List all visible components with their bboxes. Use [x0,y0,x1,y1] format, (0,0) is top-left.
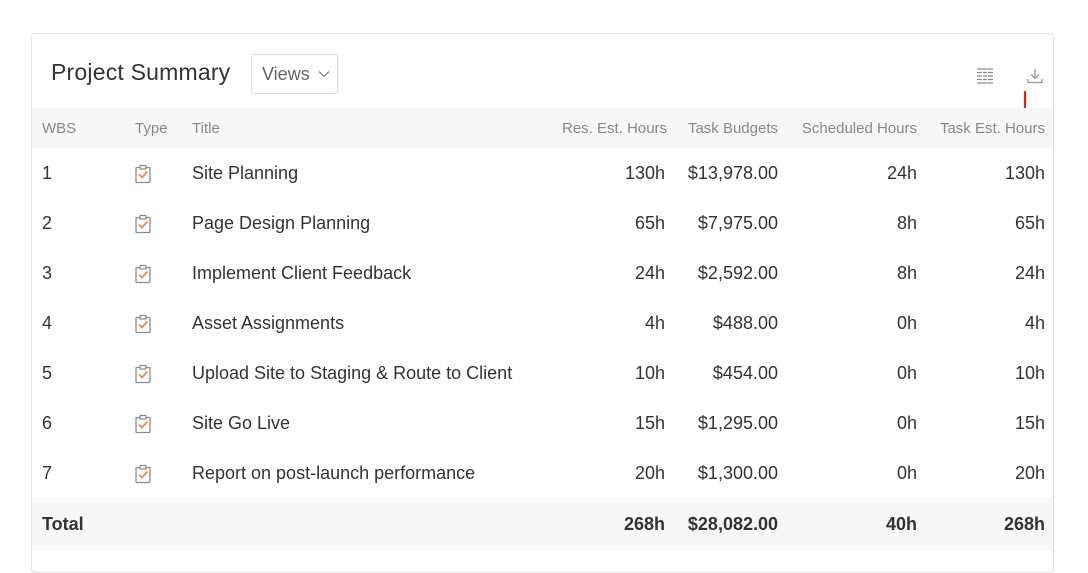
table-row[interactable]: 3 Implement Client Feedback 24h $2,592.0… [32,248,1053,298]
cell-type [124,148,192,198]
cell-type [124,398,192,448]
task-clipboard-icon [135,464,151,483]
task-clipboard-icon [135,414,151,433]
cell-wbs: 4 [42,312,53,333]
table-row[interactable]: 4 Asset Assignments 4h $488.00 0h 4h [32,298,1053,348]
cell-type [124,198,192,248]
cell-wbs: 3 [42,262,53,283]
page-title: Project Summary [51,59,231,85]
cell-wbs: 1 [42,162,53,183]
total-task-est-hours: 268h [1003,513,1045,534]
cell-task-est-hours: 130h [1004,162,1045,183]
chevron-down-icon [318,71,330,78]
cell-task-budgets: $7,975.00 [697,212,778,233]
cell-scheduled-hours: 0h [896,312,917,333]
cell-task-est-hours: 15h [1014,412,1045,433]
cell-scheduled-hours: 8h [896,212,917,233]
cell-title[interactable]: Asset Assignments [192,298,562,348]
cell-task-est-hours: 65h [1014,212,1045,233]
column-header-title[interactable]: Title [192,108,562,148]
download-icon[interactable] [1025,66,1045,86]
cell-type [124,448,192,498]
views-dropdown[interactable]: Views [251,54,338,94]
cell-task-budgets: $1,295.00 [697,412,778,433]
total-res-est-hours: 268h [623,513,665,534]
cell-title[interactable]: Implement Client Feedback [192,248,562,298]
cell-type [124,348,192,398]
cell-wbs: 6 [42,412,53,433]
cell-type [124,248,192,298]
cell-wbs: 5 [42,362,53,383]
cell-res-est-hours: 130h [624,162,665,183]
task-clipboard-icon [135,214,151,233]
cell-task-budgets: $13,978.00 [687,162,778,183]
cell-task-est-hours: 20h [1014,462,1045,483]
table-row[interactable]: 5 Upload Site to Staging & Route to Clie… [32,348,1053,398]
cell-scheduled-hours: 0h [896,412,917,433]
cell-title[interactable]: Upload Site to Staging & Route to Client [192,348,562,398]
cell-scheduled-hours: 8h [896,262,917,283]
task-clipboard-icon [135,164,151,183]
task-clipboard-icon [135,264,151,283]
columns-icon[interactable] [975,66,995,86]
total-task-budgets: $28,082.00 [687,513,778,534]
cell-wbs: 2 [42,212,53,233]
cell-task-est-hours: 24h [1014,262,1045,283]
table-row[interactable]: 6 Site Go Live 15h $1,295.00 0h 15h [32,398,1053,448]
column-header-res-est-hours[interactable]: Res. Est. Hours [562,108,667,148]
cell-res-est-hours: 15h [634,412,665,433]
project-summary-card: Project Summary Views WBS Type Title Res… [31,33,1054,573]
cell-title[interactable]: Report on post-launch performance [192,448,562,498]
cell-scheduled-hours: 24h [886,162,917,183]
table-row[interactable]: 2 Page Design Planning 65h $7,975.00 8h … [32,198,1053,248]
total-scheduled-hours: 40h [885,513,917,534]
views-label: Views [262,63,310,84]
column-header-wbs[interactable]: WBS [32,108,124,148]
cell-res-est-hours: 24h [634,262,665,283]
column-header-scheduled-hours[interactable]: Scheduled Hours [778,108,917,148]
summary-table: WBS Type Title Res. Est. Hours Task Budg… [32,108,1053,550]
cell-res-est-hours: 10h [634,362,665,383]
cell-wbs: 7 [42,462,53,483]
total-label: Total [42,513,84,534]
task-clipboard-icon [135,314,151,333]
card-header: Project Summary Views [32,34,1053,121]
table-row[interactable]: 7 Report on post-launch performance 20h … [32,448,1053,498]
cell-task-est-hours: 10h [1014,362,1045,383]
column-header-task-budgets[interactable]: Task Budgets [665,108,778,148]
table-header-row: WBS Type Title Res. Est. Hours Task Budg… [32,108,1053,148]
cell-task-budgets: $488.00 [712,312,778,333]
cell-res-est-hours: 65h [634,212,665,233]
cell-title[interactable]: Site Planning [192,148,562,198]
column-header-task-est-hours[interactable]: Task Est. Hours [917,108,1053,148]
table-row[interactable]: 1 Site Planning 130h $13,978.00 24h 130h [32,148,1053,198]
total-row: Total 268h $28,082.00 40h 268h [32,498,1053,550]
cell-scheduled-hours: 0h [896,362,917,383]
column-header-type[interactable]: Type [124,108,192,148]
cell-scheduled-hours: 0h [896,462,917,483]
cell-task-budgets: $454.00 [712,362,778,383]
cell-title[interactable]: Page Design Planning [192,198,562,248]
cell-task-budgets: $1,300.00 [697,462,778,483]
cell-task-est-hours: 4h [1024,312,1045,333]
cell-res-est-hours: 20h [634,462,665,483]
task-clipboard-icon [135,364,151,383]
cell-task-budgets: $2,592.00 [697,262,778,283]
cell-type [124,298,192,348]
cell-title[interactable]: Site Go Live [192,398,562,448]
cell-res-est-hours: 4h [644,312,665,333]
